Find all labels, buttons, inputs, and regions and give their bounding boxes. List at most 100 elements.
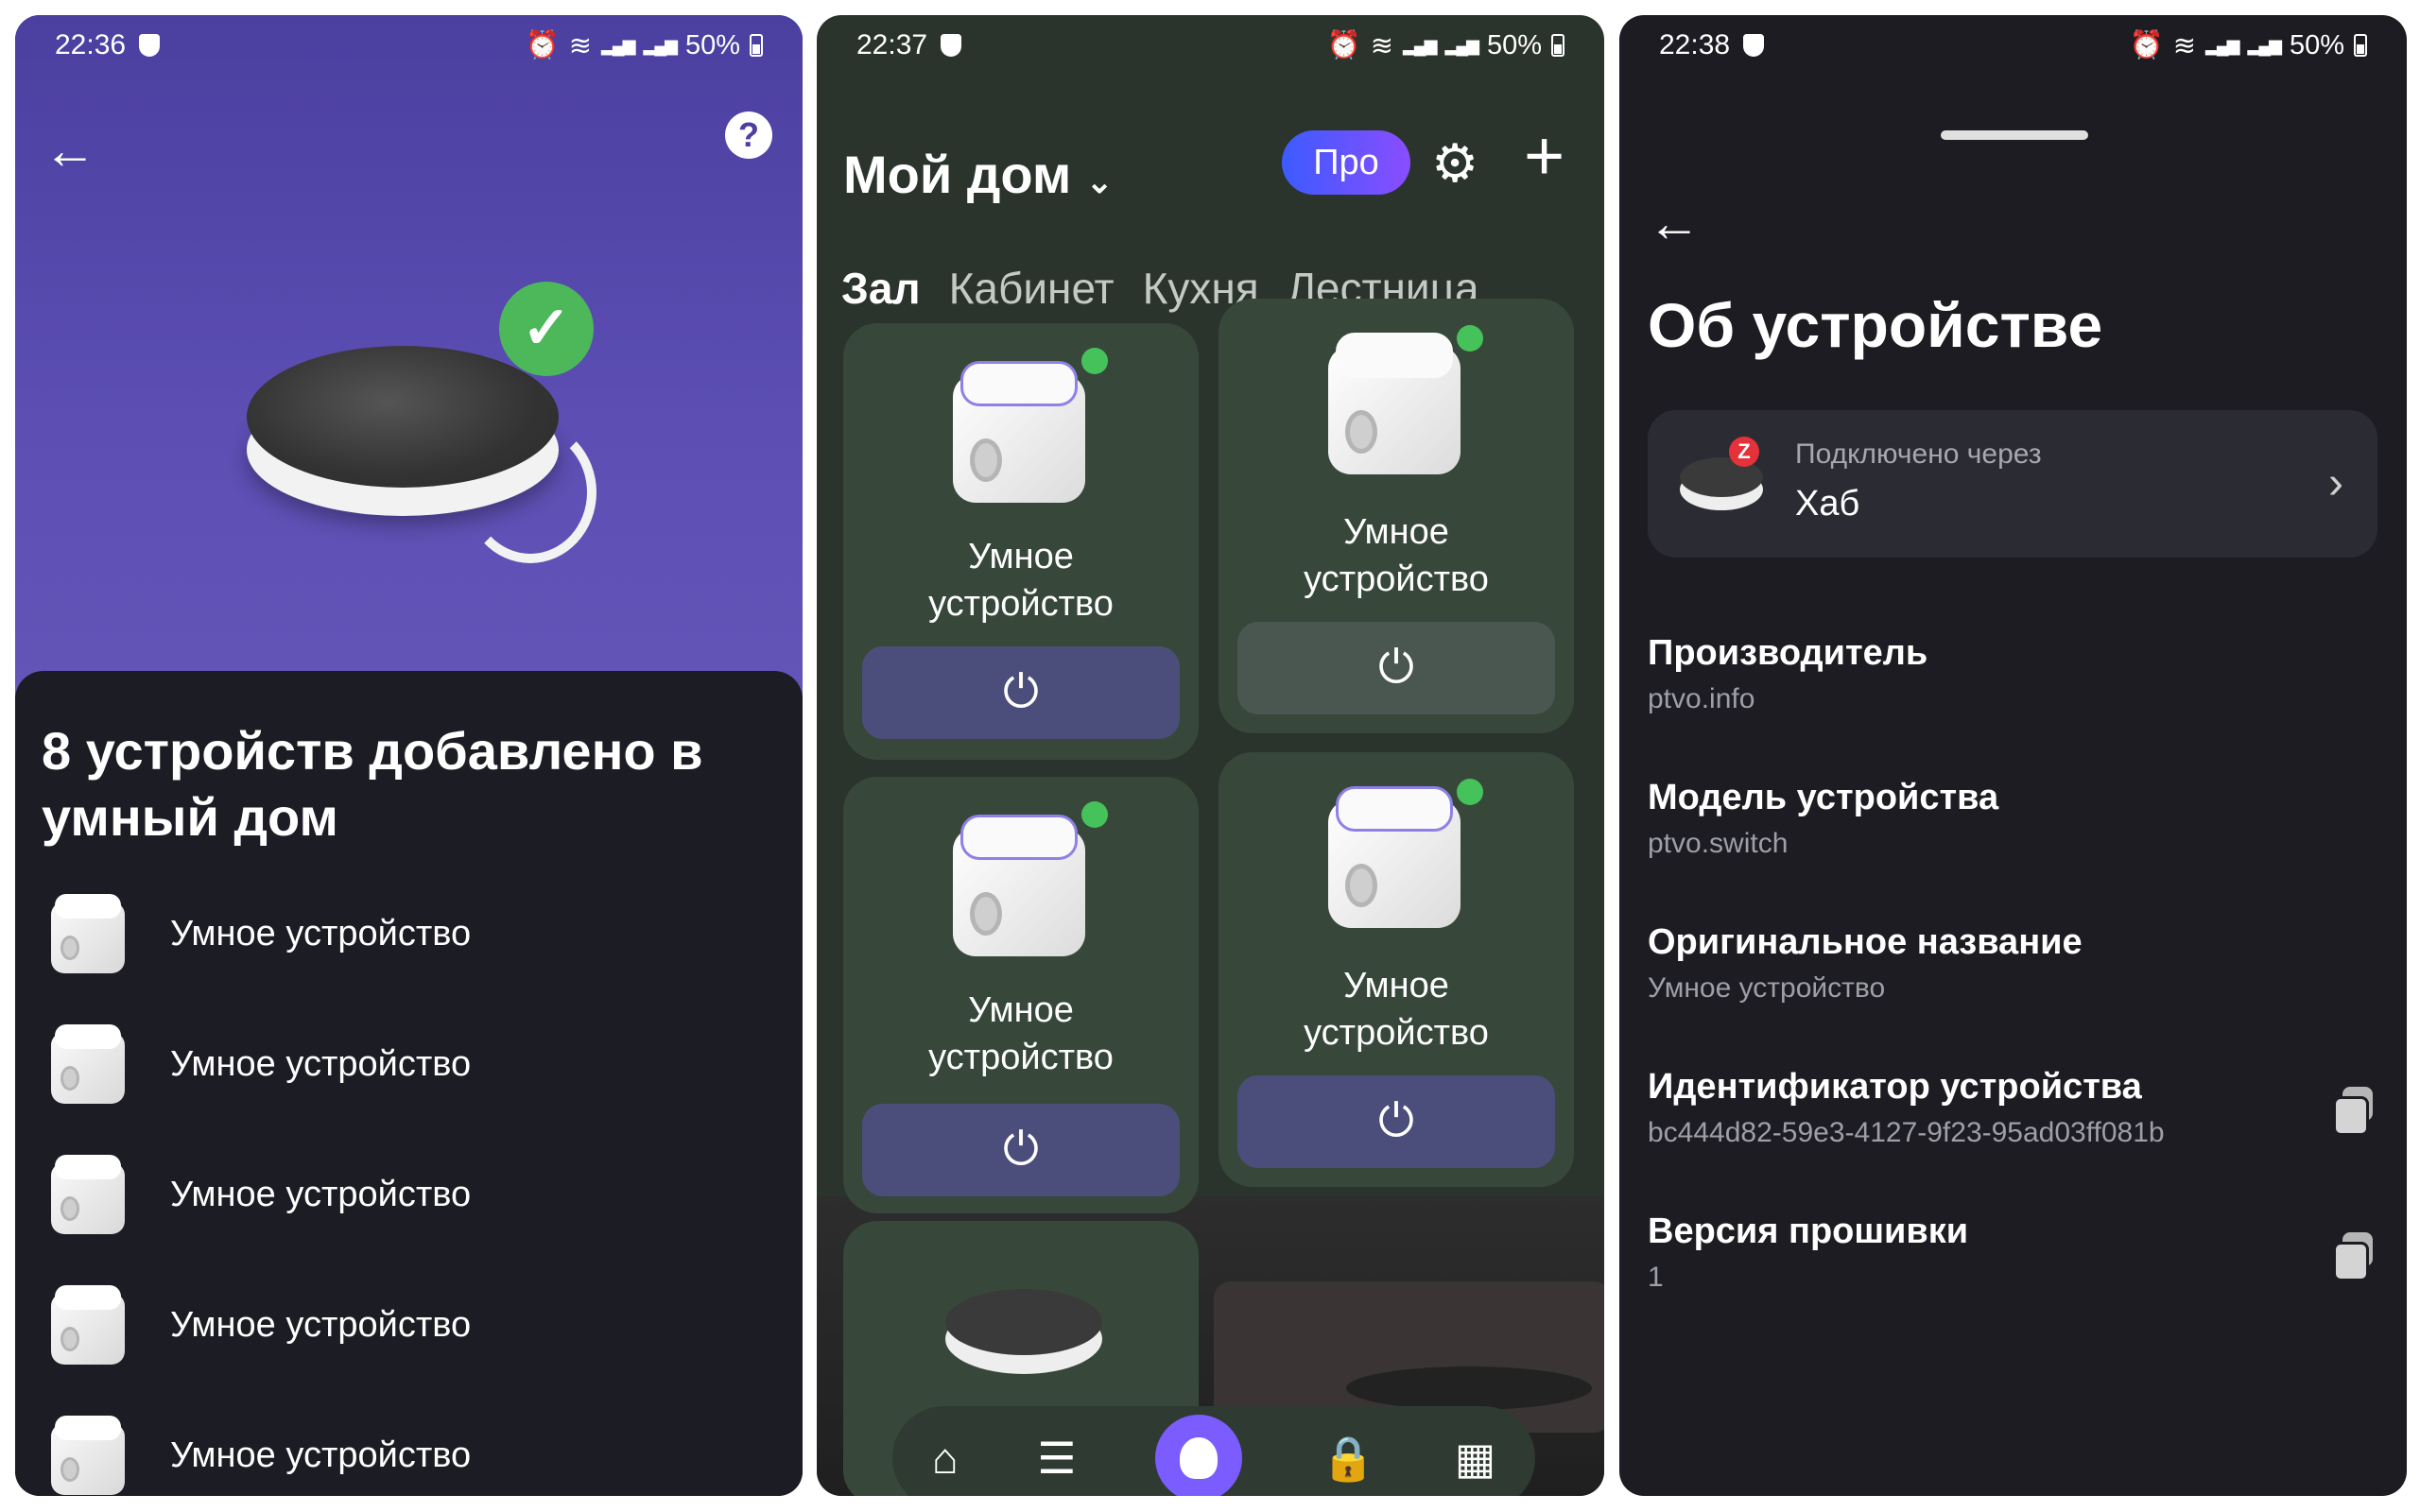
- back-arrow-icon[interactable]: ←: [1648, 197, 1701, 249]
- battery-icon: [2354, 34, 2367, 57]
- status-bar: 22:36 ⏰ ≋ ▂▄▆ ▂▄▆ 50%: [15, 15, 803, 76]
- info-original-name: Оригинальное название Умное устройство: [1648, 922, 2083, 1005]
- back-arrow-icon[interactable]: ←: [43, 124, 96, 177]
- copy-icon[interactable]: [2333, 1087, 2373, 1136]
- status-time: 22:38: [1659, 29, 1731, 60]
- tab-room[interactable]: Кабинет: [949, 263, 1115, 314]
- shield-icon: [1743, 34, 1765, 57]
- home-icon[interactable]: ⌂: [932, 1433, 959, 1484]
- online-indicator: [1457, 325, 1483, 352]
- home-selector[interactable]: Мой дом ⌄: [843, 144, 1113, 205]
- connected-via-label: Подключено через: [1795, 438, 2042, 470]
- battery-percent: 50%: [2289, 29, 2344, 60]
- device-label: Умное устройство: [170, 1174, 472, 1214]
- status-bar: 22:38 ⏰ ≋ ▂▄▆ ▂▄▆ 50%: [1619, 15, 2407, 76]
- device-name: Умное устройство: [1304, 512, 1489, 599]
- info-firmware: Версия прошивки 1: [1648, 1211, 1968, 1294]
- power-icon: ⏻: [1003, 1125, 1039, 1175]
- device-name: Умное устройство: [1304, 966, 1489, 1053]
- battery-icon: [1551, 34, 1564, 57]
- battery-icon: [750, 34, 763, 57]
- list-item[interactable]: Умное устройство: [51, 1017, 471, 1111]
- device-card[interactable]: Умное устройство ⏻: [1219, 299, 1574, 733]
- device-cube-icon: [51, 1416, 125, 1495]
- copy-icon[interactable]: [2333, 1232, 2373, 1281]
- power-button[interactable]: ⏻: [862, 1104, 1180, 1196]
- device-cube-icon: [953, 361, 1085, 503]
- info-model: Модель устройства ptvo.switch: [1648, 778, 1998, 860]
- device-label: Умное устройство: [170, 1043, 472, 1084]
- battery-percent: 50%: [684, 29, 740, 60]
- chevron-right-icon: ›: [2328, 458, 2343, 508]
- alice-icon[interactable]: [1155, 1415, 1243, 1496]
- power-button[interactable]: ⏻: [862, 646, 1180, 739]
- power-button[interactable]: ⏻: [1237, 1075, 1555, 1168]
- info-key: Модель устройства: [1648, 778, 1999, 817]
- wifi-icon: ≋: [568, 30, 593, 61]
- bottom-nav: ⌂ ☰ 🔒 ▦: [892, 1406, 1535, 1496]
- connected-via-card[interactable]: Z Подключено через Хаб ›: [1648, 410, 2377, 558]
- signal-icon: ▂▄▆: [2205, 35, 2239, 55]
- device-cube-icon: [51, 1155, 125, 1234]
- device-cube-icon: [51, 1285, 125, 1365]
- device-card[interactable]: Умное устройство ⏻: [1219, 752, 1574, 1187]
- alarm-icon: ⏰: [525, 30, 560, 60]
- sheet-grab-handle[interactable]: [1941, 130, 2088, 140]
- device-label: Умное устройство: [170, 913, 472, 954]
- pro-button[interactable]: Про: [1282, 130, 1410, 195]
- device-cube-icon: [1328, 786, 1461, 928]
- gear-icon[interactable]: ⚙: [1431, 132, 1478, 195]
- signal-icon: ▂▄▆: [1403, 35, 1437, 55]
- hub-image: [945, 1283, 1102, 1374]
- device-cube-icon: [953, 815, 1085, 956]
- add-icon[interactable]: +: [1524, 121, 1564, 191]
- status-time: 22:36: [55, 29, 127, 60]
- shop-icon[interactable]: 🔒: [1322, 1433, 1375, 1485]
- power-button[interactable]: ⏻: [1237, 622, 1555, 714]
- connected-via-value: Хаб: [1795, 484, 1860, 524]
- result-sheet: 8 устройств добавлено в умный дом Умное …: [15, 671, 803, 1496]
- info-key: Идентификатор устройства: [1648, 1067, 2142, 1107]
- list-item[interactable]: Умное устройство: [51, 1147, 471, 1242]
- list-item[interactable]: Умное устройство: [51, 886, 471, 981]
- device-info-screen: 22:38 ⏰ ≋ ▂▄▆ ▂▄▆ 50% ← Об устройстве Z Подк…: [1619, 15, 2407, 1496]
- shield-icon: [139, 34, 161, 57]
- chevron-down-icon: ⌄: [1085, 164, 1114, 200]
- list-item[interactable]: Умное устройство: [51, 1278, 471, 1372]
- alarm-icon: ⏰: [1326, 30, 1361, 60]
- info-value: 1: [1648, 1262, 1664, 1293]
- checkmark-icon: ✓: [499, 282, 594, 376]
- signal-icon-2: ▂▄▆: [1444, 35, 1479, 55]
- wifi-icon: ≋: [1370, 30, 1394, 61]
- online-indicator: [1081, 348, 1108, 374]
- info-key: Версия прошивки: [1648, 1211, 1969, 1251]
- info-key: Оригинальное название: [1648, 922, 2083, 962]
- info-value: ptvo.switch: [1648, 828, 1789, 859]
- device-cube-icon: [51, 894, 125, 973]
- device-name: Умное устройство: [928, 537, 1114, 624]
- device-cube-icon: [51, 1024, 125, 1104]
- alarm-icon: ⏰: [2129, 30, 2164, 60]
- device-label: Умное устройство: [170, 1304, 472, 1345]
- routines-icon[interactable]: ☰: [1037, 1433, 1076, 1484]
- info-value: Умное устройство: [1648, 972, 1886, 1004]
- table-image: [1346, 1366, 1592, 1410]
- zigbee-badge-icon: Z: [1729, 437, 1759, 467]
- result-title: 8 устройств добавлено в умный дом: [42, 721, 703, 847]
- dashboard-icon[interactable]: ▦: [1455, 1433, 1495, 1484]
- power-icon: ⏻: [1003, 667, 1039, 717]
- device-added-screen: 22:36 ⏰ ≋ ▂▄▆ ▂▄▆ 50% ← ? ✓ 8 устройств доба…: [15, 15, 803, 1496]
- info-device-id: Идентификатор устройства bc444d82-59e3-4…: [1648, 1067, 2165, 1149]
- help-icon[interactable]: ?: [725, 112, 772, 159]
- tab-room[interactable]: Зал: [841, 263, 921, 314]
- battery-percent: 50%: [1486, 29, 1542, 60]
- status-bar: 22:37 ⏰ ≋ ▂▄▆ ▂▄▆ 50%: [817, 15, 1604, 76]
- info-value: bc444d82-59e3-4127-9f23-95ad03ff081b: [1648, 1117, 2165, 1148]
- device-card[interactable]: Умное устройство ⏻: [843, 323, 1199, 760]
- device-card[interactable]: Умное устройство ⏻: [843, 777, 1199, 1213]
- page-title: Об устройстве: [1648, 290, 2103, 360]
- info-key: Производитель: [1648, 633, 1928, 673]
- list-item[interactable]: Умное устройство: [51, 1408, 471, 1496]
- power-icon: ⏻: [1378, 643, 1414, 693]
- power-icon: ⏻: [1378, 1096, 1414, 1146]
